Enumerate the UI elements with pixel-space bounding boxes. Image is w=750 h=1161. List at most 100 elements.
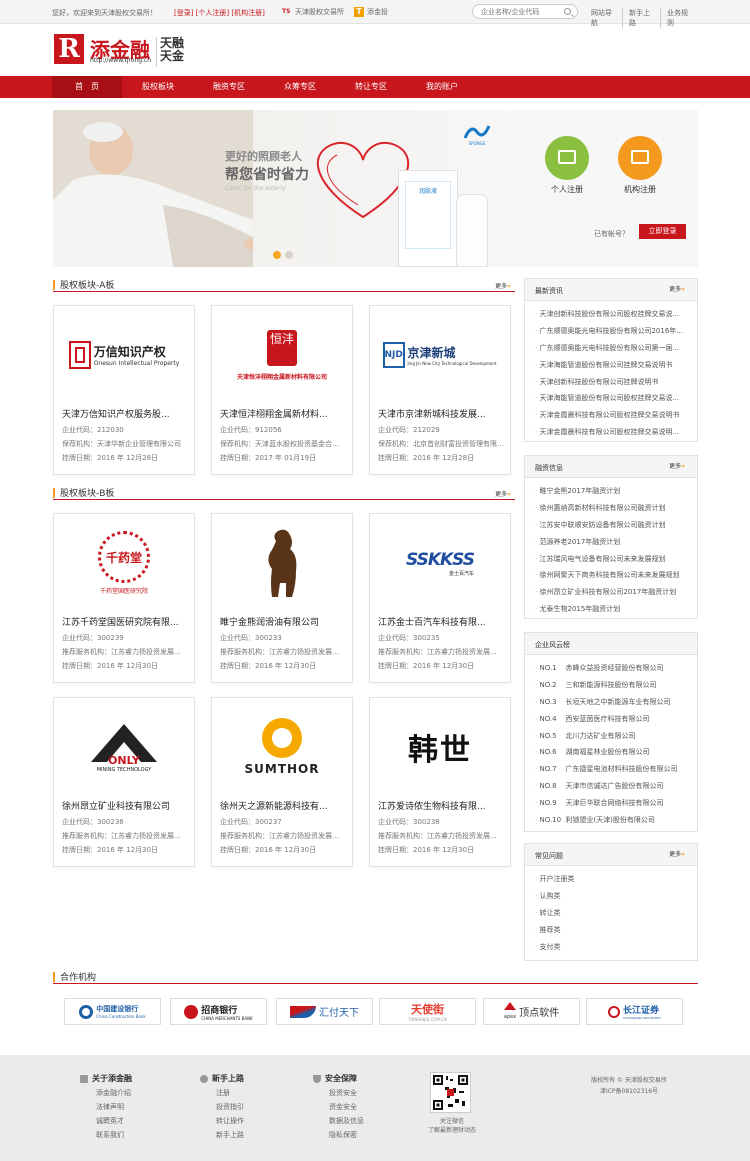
search-input[interactable]: [481, 7, 561, 17]
faq-item[interactable]: 支付类: [525, 939, 697, 956]
faq-item[interactable]: 推荐类: [525, 922, 697, 939]
company-card[interactable]: 韩世 江苏爱诗侬生物科技有限... 企业代码：300238 推荐服务机构：江苏睿…: [369, 697, 511, 867]
company-card[interactable]: SUMTHOR 徐州天之源新能源科技有... 企业代码：300237 推荐服务机…: [211, 697, 353, 867]
company-card[interactable]: 千药堂 千药堂国医研究院 江苏千药堂国医研究院有限... 企业代码：300239…: [53, 513, 195, 683]
nav-transfer[interactable]: 转让专区: [336, 76, 406, 98]
partner-logo-apex[interactable]: apex 顶点软件: [483, 998, 580, 1025]
finance-more[interactable]: 更多»: [669, 461, 685, 470]
nav-my-account[interactable]: 我的账户: [407, 76, 477, 98]
finance-item[interactable]: 徐州网聚天下商务科技有限公司未来发展规划: [525, 567, 697, 584]
personal-register-link[interactable]: 个人注册: [537, 184, 597, 195]
product-name: 润肤液: [418, 188, 437, 195]
search-box: [472, 4, 578, 19]
faq-item[interactable]: 转让类: [525, 905, 697, 922]
faq-more[interactable]: 更多»: [669, 849, 685, 858]
banner-title-line2: 帮您省时省力: [225, 167, 309, 183]
finance-item[interactable]: 徐州惠纳高新材料科技有限公司融资计划: [525, 500, 697, 517]
nav-equity[interactable]: 股权板块: [123, 76, 193, 98]
section-b-more[interactable]: 更多»: [495, 489, 511, 498]
rules-link[interactable]: 业务规则: [660, 8, 698, 28]
section-marker: [53, 280, 55, 290]
company-card[interactable]: 睢宁金熊润滑油有限公司 企业代码：300233 推荐服务机构：江苏睿力扬投资发展…: [211, 513, 353, 683]
ranking-item[interactable]: NO.2 三和新能源科技股份有限公司: [525, 677, 697, 694]
section-a-more[interactable]: 更多»: [495, 281, 511, 290]
nav-financing[interactable]: 融资专区: [194, 76, 264, 98]
news-item[interactable]: 天津创新科技股份有限公司挂牌说明书: [525, 374, 697, 391]
news-item[interactable]: 广东顺德奥能光电科技股份有限公司第一届...: [525, 340, 697, 357]
news-item[interactable]: 天津创新科技股份有限公司股权挂牌交易说...: [525, 306, 697, 323]
ranking-item[interactable]: NO.10利锁盟业(天津)股份有限公司: [525, 812, 697, 829]
finance-item[interactable]: 徐州昂立矿业科技有限公司2017年融资计划: [525, 584, 697, 601]
news-item[interactable]: 广东顺德奥能光电科技股份有限公司2016年...: [525, 323, 697, 340]
finance-item[interactable]: 江苏瑞风电气设备有限公司未来发展规划: [525, 551, 697, 568]
org-register-icon[interactable]: [618, 136, 662, 180]
company-card[interactable]: SSKKSS 金士百汽车 江苏金士百汽车科技有限... 企业代码：300235 …: [369, 513, 511, 683]
footer-link[interactable]: 投资指引: [200, 1102, 244, 1112]
banner-dot-1[interactable]: [273, 251, 281, 259]
footer-link[interactable]: 投资安全: [313, 1088, 364, 1098]
company-card[interactable]: 万信知识产权 Onesun Intellectual Property 天津万信…: [53, 305, 195, 475]
footer-link[interactable]: 注册: [200, 1088, 244, 1098]
company-code: 企业代码：300235: [378, 634, 440, 642]
site-nav-link[interactable]: 网站导航: [585, 8, 622, 28]
footer-link[interactable]: 添金融介绍: [80, 1088, 132, 1098]
footer-link[interactable]: 联系我们: [80, 1130, 132, 1140]
ranking-item[interactable]: NO.6 湖南福星林业股份有限公司: [525, 744, 697, 761]
partner-logo-cmb[interactable]: 招商银行 CHINA MERCHANTS BANK: [170, 998, 267, 1025]
rank-no: NO.7: [539, 765, 557, 774]
sponsor-org: 保荐机构：天津华新企业管理有限公司: [62, 440, 181, 448]
rank-company: 广东捷星电池材料科技股份有限公司: [565, 765, 678, 774]
footer-link[interactable]: 转让操作: [200, 1116, 244, 1126]
site-link-tjse[interactable]: TS 天津股权交易所: [282, 6, 344, 18]
nav-home[interactable]: 首 页: [52, 76, 122, 98]
faq-item[interactable]: 认购类: [525, 888, 697, 905]
finance-item[interactable]: 范源养老2017年融资计划: [525, 534, 697, 551]
site-link-tianjintou[interactable]: T 添金投: [354, 6, 388, 18]
footer-link[interactable]: 资金安全: [313, 1102, 364, 1112]
logo-subtext: MINING TECHNOLOGY: [96, 766, 152, 773]
footer-link[interactable]: 诚聘英才: [80, 1116, 132, 1126]
finance-item[interactable]: 睢宁金熊2017年融资计划: [525, 483, 697, 500]
org-register-link[interactable]: 机构注册: [610, 184, 670, 195]
search-icon[interactable]: [564, 8, 571, 15]
newbie-link[interactable]: 新手上路: [622, 8, 660, 28]
auth-links[interactable]: [登录] [个人注册] [机构注册]: [174, 8, 265, 18]
ranking-item[interactable]: NO.8 天津市信诚达广告股份有限公司: [525, 778, 697, 795]
faq-item[interactable]: 开户注册类: [525, 871, 697, 888]
apex-icon: [504, 1002, 516, 1010]
partner-logo-cjsc[interactable]: 长江证券 CHANGJIANG SECURITIES: [586, 998, 683, 1025]
ranking-item[interactable]: NO.3 长垣天地之中新能源车业有限公司: [525, 694, 697, 711]
ranking-item[interactable]: NO.1 赤峰众益投资经营股份有限公司: [525, 660, 697, 677]
news-item[interactable]: 天津海能管道股份有限公司挂牌交易说明书: [525, 357, 697, 374]
footer-link[interactable]: 新手上路: [200, 1130, 244, 1140]
news-item[interactable]: 天津金霞晨科技有限公司股权挂牌交易说明书: [525, 407, 697, 424]
main-nav: 首 页 股权板块 融资专区 众筹专区 转让专区 我的账户: [0, 76, 750, 98]
footer-link[interactable]: 隐私保密: [313, 1130, 364, 1140]
news-more[interactable]: 更多»: [669, 284, 685, 293]
ranking-item[interactable]: NO.5 北川力达矿业有限公司: [525, 728, 697, 745]
ranking-item[interactable]: NO.9 天津巨华联合网络科技有限公司: [525, 795, 697, 812]
personal-register-icon[interactable]: [545, 136, 589, 180]
news-item[interactable]: 天津金霞晨科技有限公司股权挂牌交易说明...: [525, 424, 697, 441]
company-name: 徐州昂立矿业科技有限公司: [62, 802, 171, 812]
more-label: 更多: [495, 283, 508, 290]
company-card[interactable]: 恒沣 天津恒沣栩翔金属新材料有限公司 天津恒沣栩翔金属新材料... 企业代码：9…: [211, 305, 353, 475]
partner-logo-chinapnr[interactable]: 汇付天下: [276, 998, 373, 1025]
banner-dot-2[interactable]: [285, 251, 293, 259]
footer-link[interactable]: 法律声明: [80, 1102, 132, 1112]
footer-link[interactable]: 数据及信息: [313, 1116, 364, 1126]
rank-no: NO.5: [539, 731, 557, 740]
site-logo[interactable]: R 添金融 http://www.tjrong.cn 天融 天金: [52, 32, 252, 70]
nav-crowdfunding[interactable]: 众筹专区: [265, 76, 335, 98]
ranking-item[interactable]: NO.7 广东捷星电池材料科技股份有限公司: [525, 761, 697, 778]
ranking-item[interactable]: NO.4 西安蓝茵医疗科技有限公司: [525, 711, 697, 728]
finance-item[interactable]: 江苏安中联顺安防设备有限公司融资计划: [525, 517, 697, 534]
partner-logo-ccb[interactable]: 中国建设银行 China Construction Bank: [64, 998, 161, 1025]
finance-item[interactable]: 尤泰生物2015年融资计划: [525, 601, 697, 618]
company-card[interactable]: NJD 京津新城 Jing Jin New City Technological…: [369, 305, 511, 475]
partner-logo-tianshijie[interactable]: 天使街 TIANSHIJIE.COM.CN: [379, 998, 476, 1025]
company-card[interactable]: ONLY MINING TECHNOLOGY 徐州昂立矿业科技有限公司 企业代码…: [53, 697, 195, 867]
login-button[interactable]: 立即登录: [639, 224, 686, 239]
news-item[interactable]: 天津海能管道股份有限公司股权挂牌交易说...: [525, 390, 697, 407]
hero-banner[interactable]: 更好的照顾老人 帮您省时省力 Cater for the elderly SPO…: [53, 110, 515, 267]
